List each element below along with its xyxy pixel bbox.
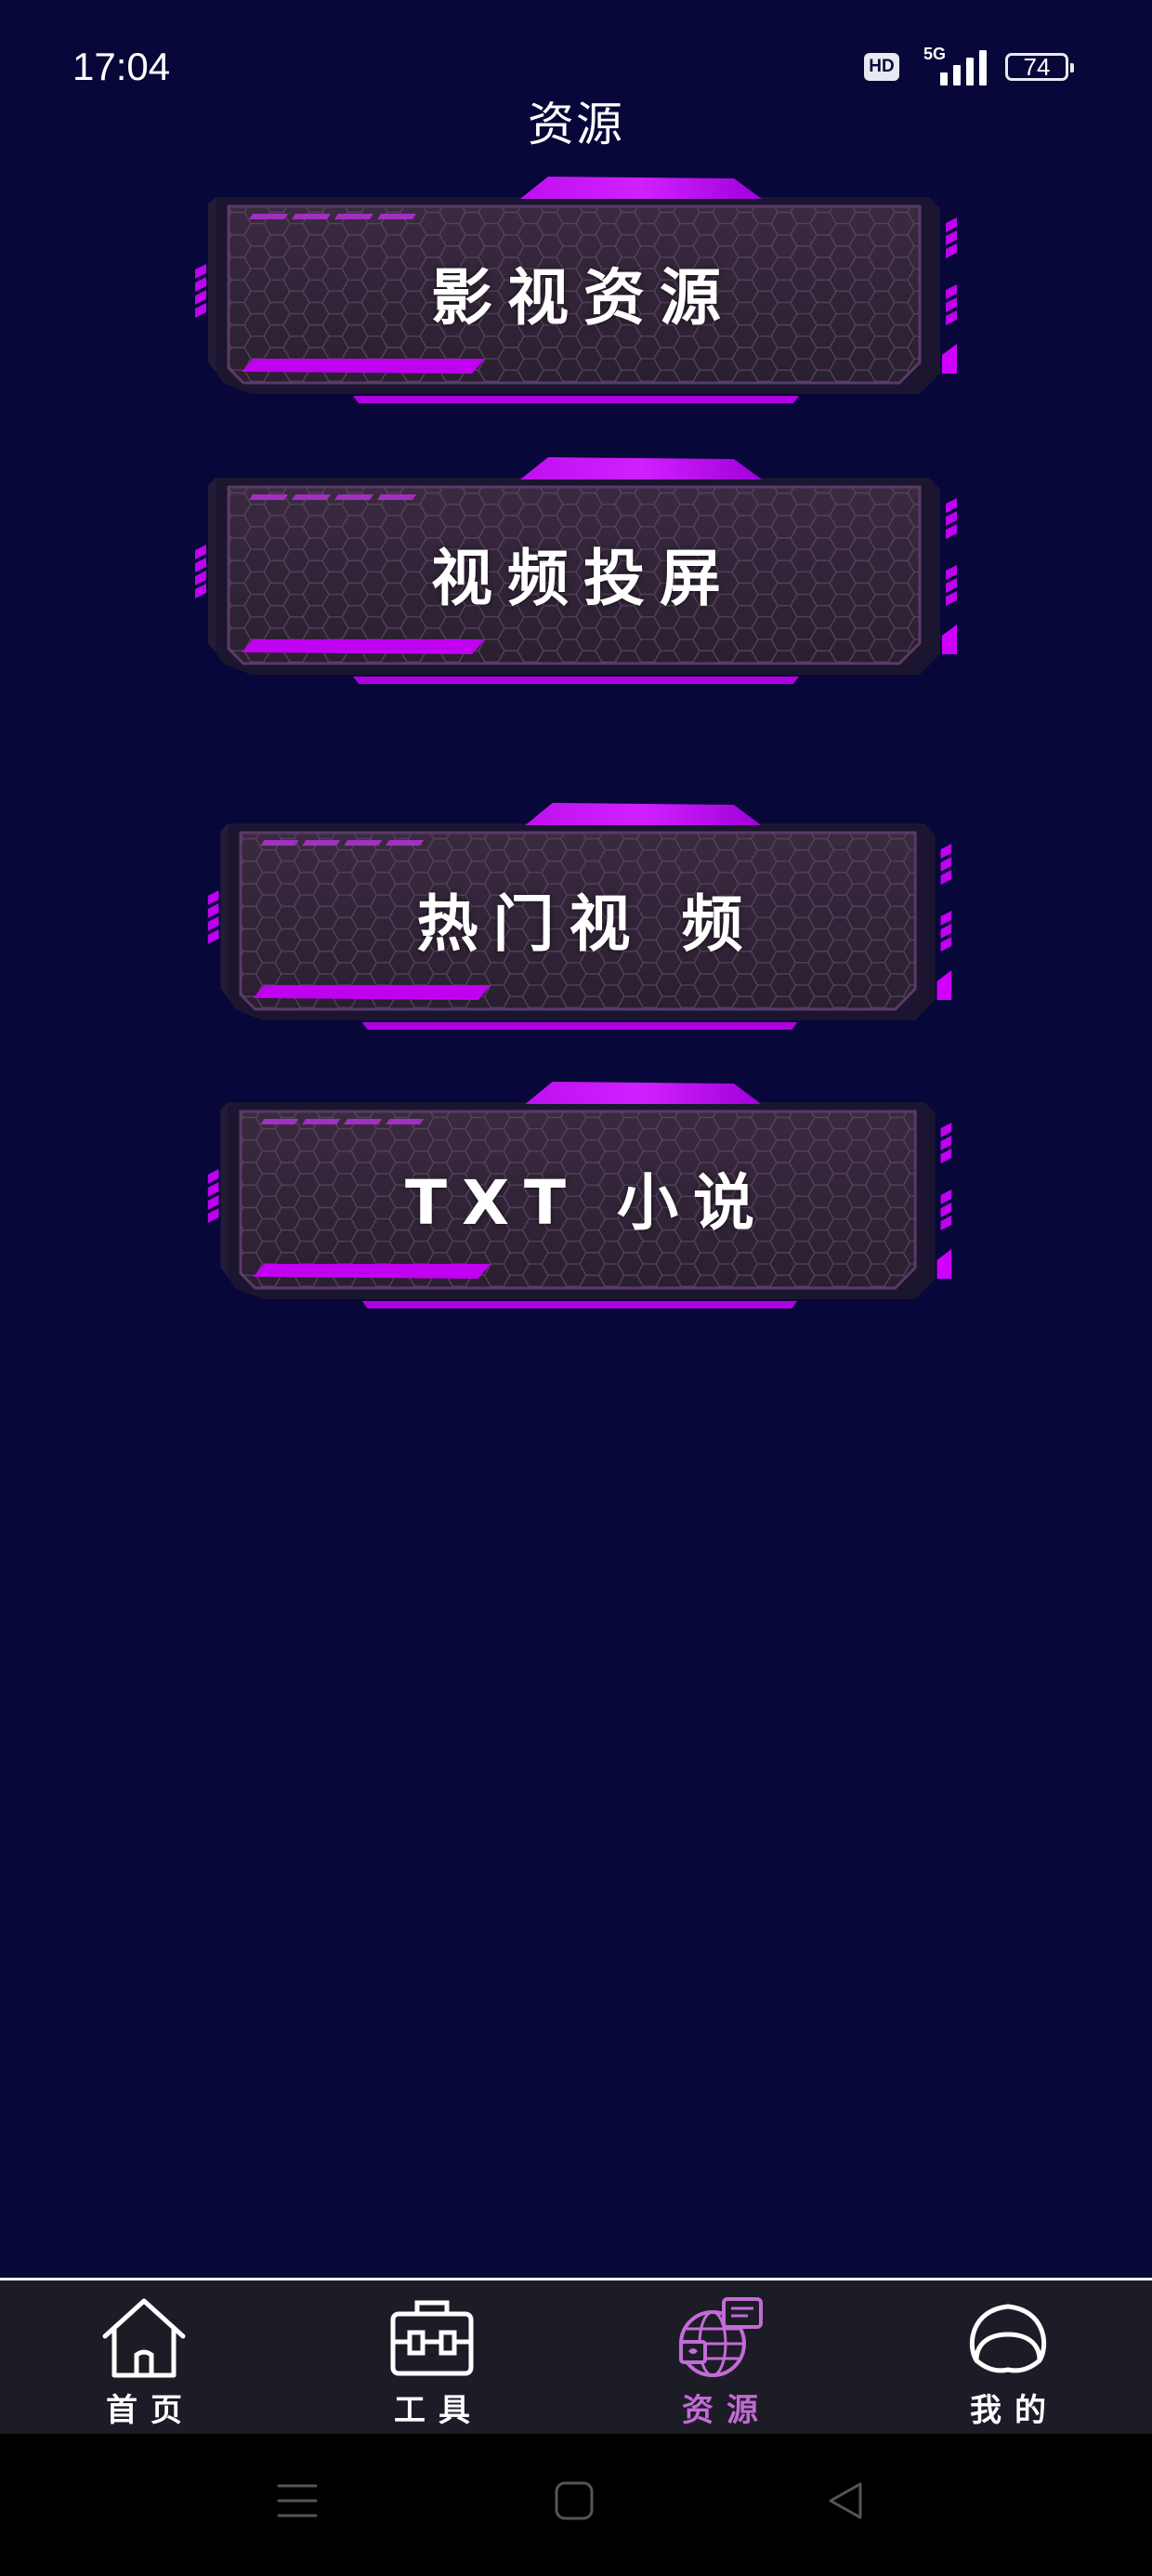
battery-level: 74 <box>1023 52 1051 81</box>
home-square-icon[interactable] <box>552 2478 596 2523</box>
signal-icon: 5G <box>920 45 987 85</box>
bottom-nav: 首页 工具 资源 我的 <box>0 2278 1152 2434</box>
video-cast-button[interactable]: 视频投屏 <box>186 448 966 699</box>
home-icon <box>102 2298 186 2378</box>
back-triangle-icon[interactable] <box>823 2478 868 2523</box>
nav-label-profile: 我的 <box>970 2392 1059 2429</box>
nav-item-resources[interactable]: 资源 <box>576 2280 864 2434</box>
nav-label-resources: 资源 <box>682 2392 771 2429</box>
page-title: 资源 <box>528 98 624 151</box>
button-label: 热门视 频 <box>416 888 758 960</box>
button-label: TXT 小说 <box>405 1167 769 1239</box>
battery-icon: 74 <box>1005 52 1074 81</box>
screen: 17:04 HD 5G 74 资源 影视资源 视频投屏 热门视 频 TXT 小说… <box>0 0 1152 2576</box>
movie-resources-button[interactable]: 影视资源 <box>186 167 966 418</box>
txt-novel-button[interactable]: TXT 小说 <box>199 1072 961 1323</box>
nav-item-home[interactable]: 首页 <box>0 2280 288 2434</box>
status-icons: HD 5G 74 <box>864 45 1074 85</box>
status-time: 17:04 <box>72 45 171 88</box>
nav-label-tools: 工具 <box>394 2392 483 2429</box>
hot-videos-button[interactable]: 热门视 频 <box>199 794 961 1045</box>
globe-chat-icon <box>679 2297 763 2377</box>
network-type: 5G <box>923 45 947 63</box>
menu-icon[interactable] <box>275 2478 320 2523</box>
system-nav-bar <box>0 2434 1152 2576</box>
toolbox-icon <box>390 2300 474 2376</box>
button-label: 视频投屏 <box>431 543 736 614</box>
button-label: 影视资源 <box>431 262 736 334</box>
nav-item-profile[interactable]: 我的 <box>864 2280 1152 2434</box>
nav-item-tools[interactable]: 工具 <box>288 2280 576 2434</box>
nav-label-home: 首页 <box>106 2392 195 2429</box>
hd-badge: HD <box>864 53 899 81</box>
profile-icon <box>969 2304 1047 2373</box>
